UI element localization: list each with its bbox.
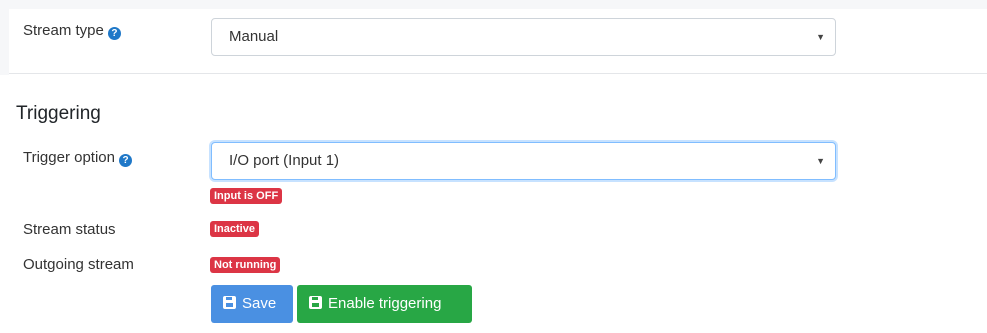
stream-type-value: Manual — [229, 28, 279, 45]
enable-triggering-button[interactable]: Enable triggering — [297, 285, 472, 323]
floppy-disk-icon — [309, 296, 322, 309]
stream-type-label: Stream type — [23, 22, 104, 39]
trigger-option-label-group: Trigger option? — [23, 149, 132, 167]
stream-type-label-group: Stream type? — [23, 22, 121, 40]
stream-type-select[interactable]: Manual ▼ — [211, 18, 836, 56]
section-divider — [9, 73, 987, 74]
enable-triggering-label: Enable triggering — [328, 295, 442, 312]
help-icon[interactable]: ? — [119, 154, 132, 167]
stream-status-badge: Inactive — [210, 221, 259, 237]
top-background-strip — [0, 0, 987, 9]
triggering-heading: Triggering — [16, 103, 101, 124]
floppy-disk-icon — [223, 296, 236, 309]
outgoing-stream-badge: Not running — [210, 257, 281, 273]
help-icon[interactable]: ? — [107, 27, 121, 40]
stream-settings-panel: Stream type? Manual ▼ Triggering Trigger… — [0, 0, 987, 333]
caret-down-icon: ▼ — [816, 32, 825, 42]
stream-status-label: Stream status — [23, 221, 116, 238]
trigger-option-label: Trigger option — [23, 149, 115, 166]
trigger-option-value: I/O port (Input 1) — [229, 152, 340, 169]
input-status-badge: Input is OFF — [210, 188, 283, 204]
caret-down-icon: ▼ — [816, 156, 825, 166]
save-button-label: Save — [242, 295, 277, 312]
save-button[interactable]: Save — [211, 285, 293, 323]
outgoing-stream-label: Outgoing stream — [23, 256, 134, 273]
left-background-strip — [0, 0, 9, 75]
trigger-option-select[interactable]: I/O port (Input 1) ▼ — [211, 142, 836, 180]
